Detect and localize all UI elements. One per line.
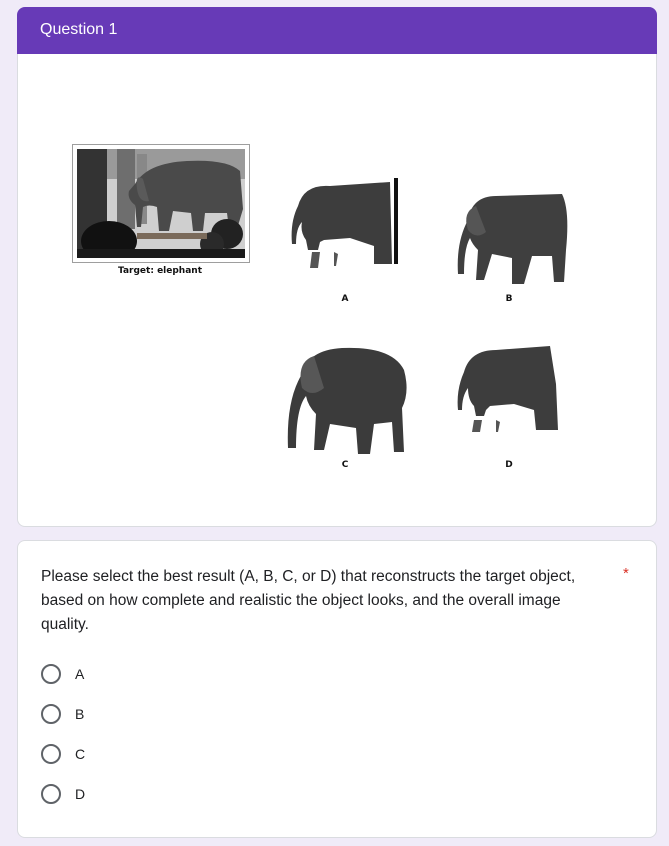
option-b[interactable]: B <box>41 702 84 726</box>
required-indicator: * <box>623 565 629 582</box>
target-elephant-photo <box>77 149 245 258</box>
option-label: A <box>75 666 85 682</box>
target-image <box>72 144 250 263</box>
candidate-c-image <box>287 347 407 454</box>
candidate-b-label: B <box>505 294 513 304</box>
option-label: B <box>75 706 85 722</box>
candidate-c-label: C <box>341 460 349 470</box>
radio-button[interactable] <box>41 744 61 764</box>
option-label: D <box>75 786 86 802</box>
section-title: Question 1 <box>40 21 118 38</box>
candidate-d-label: D <box>505 460 513 470</box>
radio-button[interactable] <box>41 704 61 724</box>
option-d[interactable]: D <box>41 782 85 806</box>
candidate-d-image <box>457 346 558 432</box>
option-a[interactable]: A <box>41 662 84 686</box>
option-label: C <box>75 746 86 762</box>
radio-button[interactable] <box>41 664 61 684</box>
section-header: Question 1 <box>17 7 657 54</box>
candidate-a-label: A <box>341 294 349 304</box>
option-c[interactable]: C <box>41 742 85 766</box>
image-card: Target: elephant A B C D <box>17 54 657 527</box>
radio-button[interactable] <box>41 784 61 804</box>
question-card: Please select the best result (A, B, C, … <box>17 540 657 838</box>
question-text: Please select the best result (A, B, C, … <box>41 568 576 633</box>
target-caption: Target: elephant <box>118 266 202 276</box>
candidate-b-image <box>457 194 568 284</box>
candidate-a-image <box>291 178 398 268</box>
